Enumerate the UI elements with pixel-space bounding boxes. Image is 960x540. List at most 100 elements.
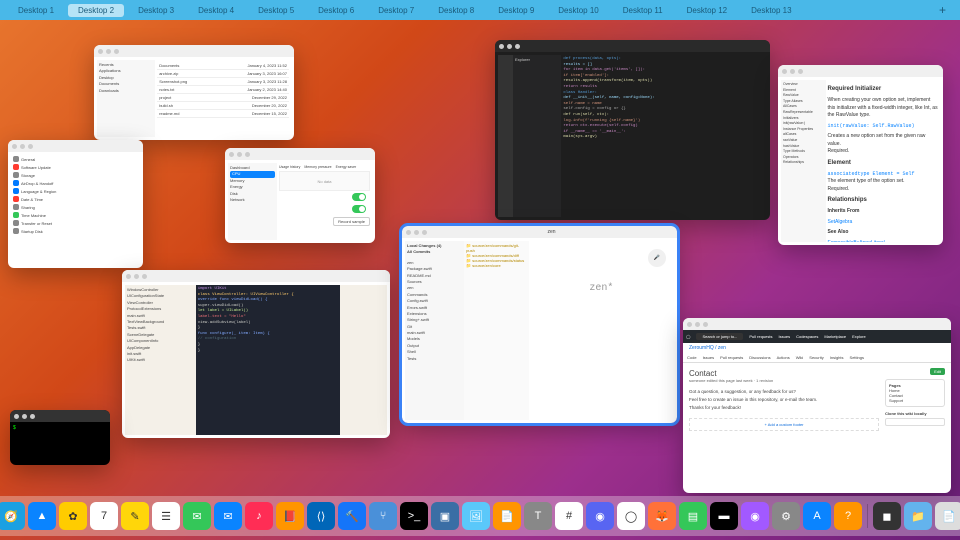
dock-podcasts-icon[interactable]: ◉ (741, 502, 769, 530)
zen-window[interactable]: zen Local Changes (4) All Commits zen Pa… (402, 226, 677, 423)
tab[interactable]: Discussions (749, 355, 770, 360)
edit-button[interactable]: Edit (930, 368, 945, 375)
table-row[interactable]: notes.txtJanuary 2, 2023 14:40 (157, 86, 289, 94)
tab[interactable]: Usage history (279, 165, 300, 169)
clone-url-input[interactable] (885, 418, 945, 426)
table-row[interactable]: archive.zipJanuary 3, 2023 16:07 (157, 70, 289, 78)
dock-discord-icon[interactable]: ◉ (586, 502, 614, 530)
dock-pages-icon[interactable]: 📄 (493, 502, 521, 530)
dock-messages-icon[interactable]: ✉ (183, 502, 211, 530)
table-row[interactable]: build.shDecember 20, 2022 (157, 102, 289, 110)
space-tab[interactable]: Desktop 13 (741, 4, 801, 17)
space-tab[interactable]: Desktop 7 (368, 4, 424, 17)
sidebar-group[interactable]: All Commits (407, 249, 462, 255)
space-tab[interactable]: Desktop 1 (8, 4, 64, 17)
sidebar-item[interactable]: Time Machine (11, 211, 140, 219)
sidebar-item[interactable]: Date & Time (11, 195, 140, 203)
nav-link[interactable]: Pull requests (749, 334, 772, 339)
table-row[interactable]: readme.mdDecember 15, 2022 (157, 110, 289, 118)
tab[interactable]: Wiki (796, 355, 804, 360)
table-row[interactable]: DocumentsJanuary 4, 2023 11:52 (157, 62, 289, 70)
dock-activity-icon[interactable]: ▬ (710, 502, 738, 530)
vscode-activity-bar[interactable] (498, 55, 513, 217)
search-input[interactable]: Search or jump to... (696, 333, 743, 340)
sidebar-item[interactable]: Transfer or Reset (11, 219, 140, 227)
sidebar-item[interactable]: General (11, 155, 140, 163)
tab[interactable]: Energy saver (336, 165, 357, 169)
vscode-window[interactable]: Explorer def process(data, opts): result… (495, 40, 770, 220)
xcode-editor[interactable]: import UIKit class ViewController: UIVie… (196, 285, 340, 435)
sidebar-item[interactable]: AirDrop & Handoff (11, 179, 140, 187)
dock-numbers-icon[interactable]: ▤ (679, 502, 707, 530)
vscode-editor[interactable]: def process(data, opts): results = [] fo… (561, 55, 767, 217)
dock-preview-icon[interactable]: 🖼 (462, 502, 490, 530)
sidebar-item[interactable]: Explorer (515, 57, 559, 63)
nav-link[interactable]: Explore (852, 334, 866, 339)
nav-link[interactable]: Marketplace (824, 334, 846, 339)
terminal-content[interactable]: $ (10, 422, 110, 434)
sidebar-item[interactable]: Network (230, 197, 275, 203)
space-tab[interactable]: Desktop 9 (488, 4, 544, 17)
dock-settings-icon[interactable]: ⚙ (772, 502, 800, 530)
dock-notes-icon[interactable]: ✎ (121, 502, 149, 530)
dock-vscode-icon[interactable]: ⟨⟩ (307, 502, 335, 530)
add-space-button[interactable]: + (933, 3, 952, 17)
system-settings-window[interactable]: General Software Update Storage AirDrop … (8, 140, 143, 268)
dock-avatar-icon[interactable]: ◼ (873, 502, 901, 530)
sidebar-item[interactable]: Language & Region (11, 187, 140, 195)
terminal-window[interactable]: $ (10, 410, 110, 465)
space-tab[interactable]: Desktop 4 (188, 4, 244, 17)
sidebar-item[interactable]: Software Update (11, 163, 140, 171)
github-logo-icon[interactable]: ◯ (686, 334, 690, 339)
titlebar[interactable] (8, 140, 143, 152)
microphone-icon[interactable]: 🎤 (648, 249, 666, 267)
dock-calendar-icon[interactable]: 7 (90, 502, 118, 530)
dock-firefox-icon[interactable]: 🦊 (648, 502, 676, 530)
tab[interactable]: Pull requests (720, 355, 743, 360)
sidebar-item[interactable]: Startup Disk (11, 227, 140, 235)
dock-photos-icon[interactable]: ✿ (59, 502, 87, 530)
titlebar[interactable] (225, 148, 375, 160)
tab[interactable]: Security (809, 355, 823, 360)
titlebar[interactable] (94, 45, 294, 57)
nav-link[interactable]: Issues (779, 334, 791, 339)
xcode-window[interactable]: WindowController UIConfigurationState Vi… (122, 270, 390, 438)
titlebar[interactable] (778, 65, 943, 77)
file-item[interactable]: UIKit.swift (127, 357, 194, 363)
finder-window[interactable]: Recents Applications Desktop Documents D… (94, 45, 294, 140)
docs-window[interactable]: Overview Element RawValue Type Aliases A… (778, 65, 943, 245)
dock-simulator-icon[interactable]: ▣ (431, 502, 459, 530)
dock-reminders-icon[interactable]: ☰ (152, 502, 180, 530)
activity-monitor-window[interactable]: Dashboard CPU Memory Energy Disk Network… (225, 148, 375, 243)
dock-chrome-icon[interactable]: ◯ (617, 502, 645, 530)
safari-github-window[interactable]: ◯ Search or jump to... Pull requests Iss… (683, 318, 951, 493)
dock-safari-icon[interactable]: 🧭 (0, 502, 25, 530)
titlebar[interactable] (683, 318, 951, 330)
sidebar-item[interactable]: Downloads (99, 88, 153, 94)
dock-fork-icon[interactable]: ⑂ (369, 502, 397, 530)
dock-terminal-icon[interactable]: >_ (400, 502, 428, 530)
dock-folder-icon[interactable]: 📁 (904, 502, 932, 530)
sidebar-item[interactable]: Relationships (783, 160, 824, 166)
tab[interactable]: Actions (777, 355, 790, 360)
toggle[interactable] (352, 205, 366, 213)
space-tab[interactable]: Desktop 6 (308, 4, 364, 17)
tab[interactable]: Memory pressure (304, 165, 331, 169)
tab[interactable]: Issues (703, 355, 715, 360)
space-tab[interactable]: Desktop 5 (248, 4, 304, 17)
dock-xcode-icon[interactable]: 🔨 (338, 502, 366, 530)
dock-slack-icon[interactable]: # (555, 502, 583, 530)
sidebar-item[interactable]: Support (889, 398, 941, 403)
dock-textedit-icon[interactable]: T (524, 502, 552, 530)
dock-mail-icon[interactable]: ✉ (214, 502, 242, 530)
repo-breadcrumb[interactable]: ZeroumHQ / zen (683, 343, 951, 353)
titlebar[interactable] (495, 40, 770, 52)
titlebar[interactable] (122, 270, 390, 282)
space-tab[interactable]: Desktop 8 (428, 4, 484, 17)
dock-help-icon[interactable]: ? (834, 502, 862, 530)
sidebar-item[interactable]: Storage (11, 171, 140, 179)
dock-appstore-icon[interactable]: A (803, 502, 831, 530)
space-tab[interactable]: Desktop 12 (677, 4, 737, 17)
tab[interactable]: Code (687, 355, 697, 360)
space-tab[interactable]: Desktop 3 (128, 4, 184, 17)
